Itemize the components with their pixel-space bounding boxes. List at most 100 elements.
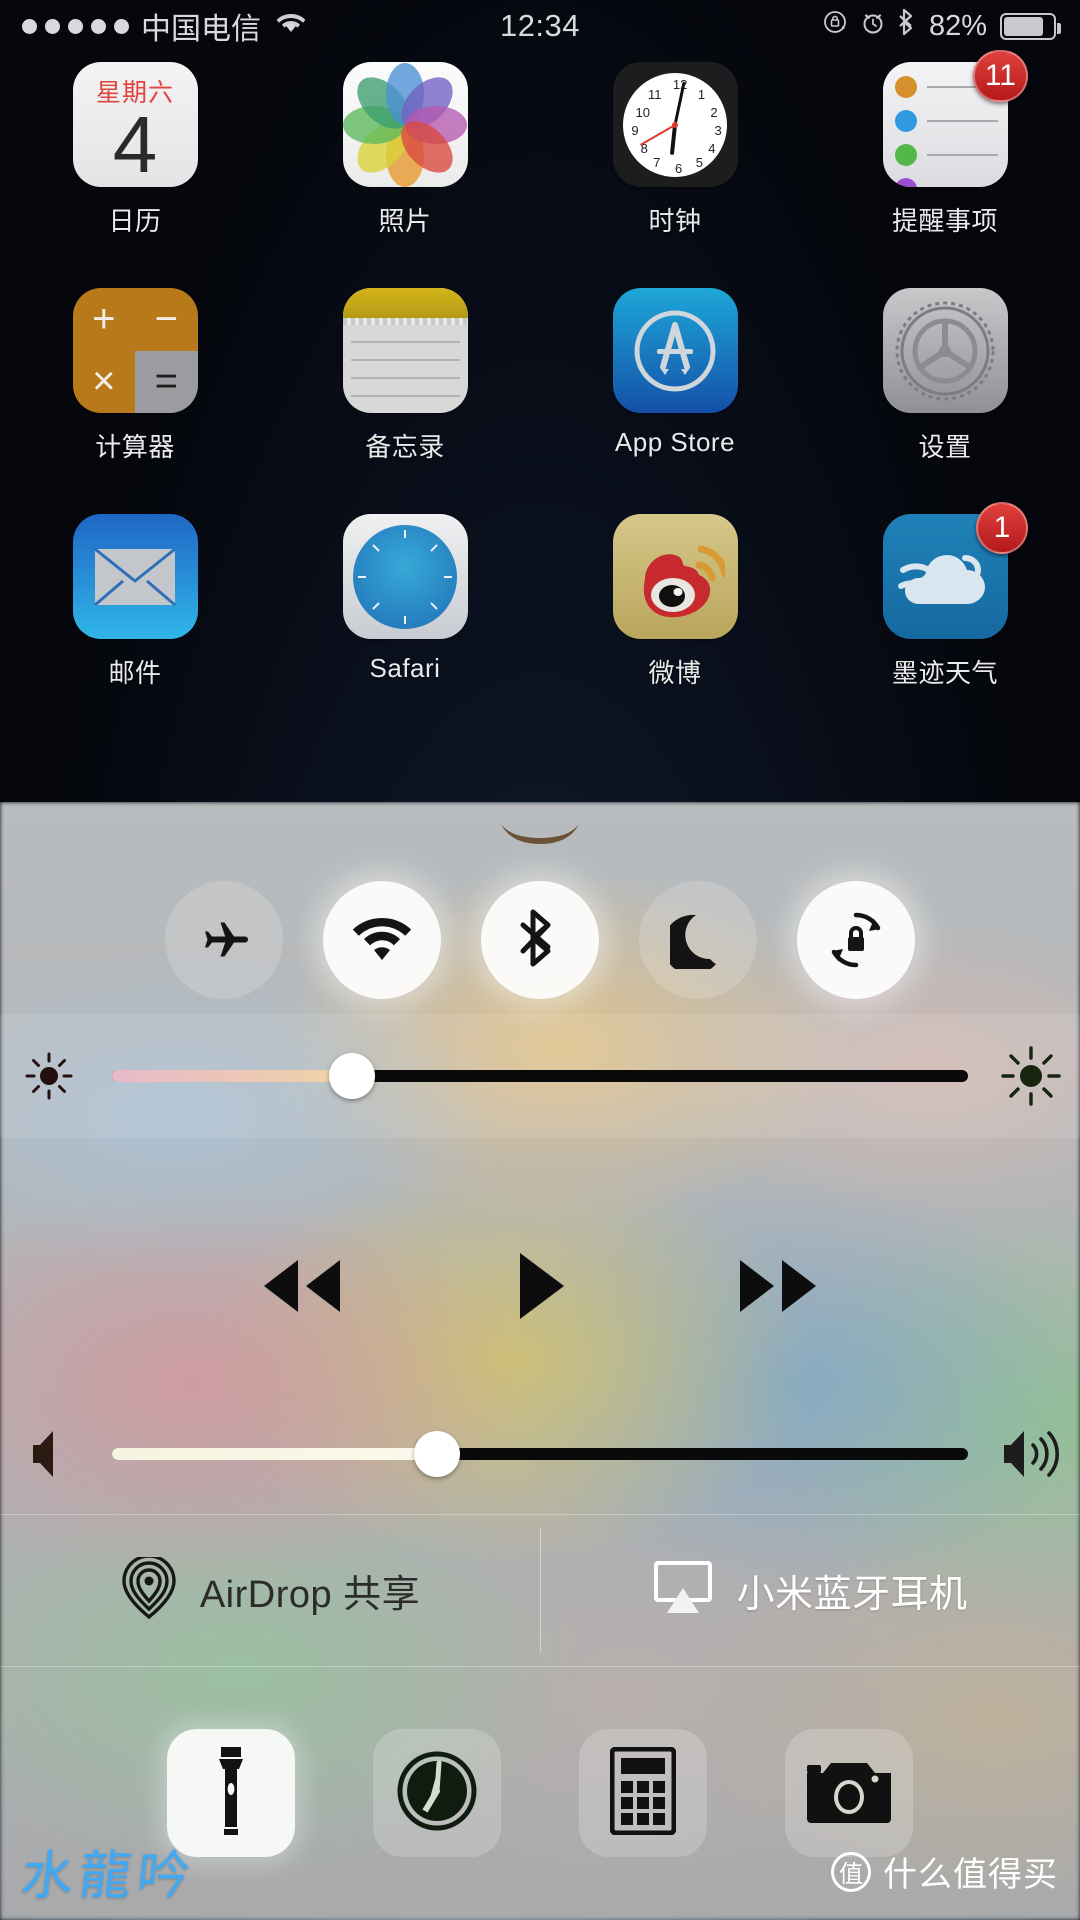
app-icon-safari[interactable]: Safari (270, 514, 540, 690)
clock-icon: 12 1 2 3 4 5 6 7 8 9 10 11 (612, 62, 738, 187)
brightness-low-icon (0, 1050, 98, 1102)
mail-envelope-icon (72, 514, 198, 639)
divider (0, 1514, 1080, 1515)
app-icon-weibo[interactable]: 微博 (540, 514, 810, 690)
camera-icon (803, 1755, 895, 1832)
volume-low-icon (0, 1427, 98, 1481)
camera-button[interactable] (785, 1729, 913, 1857)
divider (0, 1666, 1080, 1667)
app-grid: 星期六 4 日历 照片 12 1 2 3 4 5 6 7 8 9 10 11 时… (0, 50, 1080, 690)
notification-badge: 11 (972, 50, 1028, 102)
timer-button[interactable] (373, 1729, 501, 1857)
photos-icon (342, 62, 468, 187)
brightness-slider[interactable] (0, 1014, 1080, 1138)
watermark-left: 水龍吟 (18, 1846, 199, 1906)
bluetooth-toggle[interactable] (481, 881, 599, 999)
alarm-clock-icon (861, 10, 885, 43)
safari-compass-icon (342, 514, 468, 639)
status-bar-left: 中国电信 (0, 4, 390, 48)
app-label: 微博 (648, 658, 702, 688)
battery-percent: 82% (928, 9, 987, 42)
airplay-button[interactable]: 小米蓝牙耳机 (540, 1514, 1080, 1666)
signal-dot (68, 18, 83, 34)
app-icon-settings[interactable]: 设置 (810, 288, 1080, 464)
calculator-button[interactable] (579, 1729, 707, 1857)
carrier-name: 中国电信 (141, 13, 261, 46)
app-icon-clock[interactable]: 12 1 2 3 4 5 6 7 8 9 10 11 时钟 (540, 62, 810, 238)
rotation-lock-icon (825, 909, 887, 971)
app-label: Safari (369, 653, 441, 683)
watermark-right: 值 什么值得买 (831, 1847, 1058, 1896)
smzdm-logo-icon: 值 (831, 1851, 871, 1892)
airplay-icon (652, 1560, 714, 1621)
media-controls (0, 1138, 1080, 1438)
brightness-knob[interactable] (328, 1053, 375, 1099)
status-bar-right: 82% (690, 8, 1080, 44)
wifi-icon (275, 10, 307, 43)
volume-slider[interactable] (0, 1394, 1080, 1514)
status-bar: 中国电信 12:34 82% (0, 0, 1080, 52)
do-not-disturb-toggle[interactable] (639, 881, 757, 999)
app-row: 邮件 Safari 微博 1 墨迹天气 (0, 502, 1080, 690)
app-icon-reminders[interactable]: 11 提醒事项 (810, 50, 1080, 238)
app-icon-moji-weather[interactable]: 1 墨迹天气 (810, 502, 1080, 690)
bluetooth-icon (520, 909, 560, 971)
app-label: 邮件 (108, 658, 162, 688)
divider-vertical (540, 1528, 541, 1652)
airplane-icon (194, 910, 254, 970)
app-icon-mail[interactable]: 邮件 (0, 514, 270, 690)
calc-key-minus: − (135, 288, 198, 351)
app-label: 照片 (378, 206, 432, 236)
app-label: 设置 (918, 432, 972, 462)
calculator-icon (609, 1746, 677, 1840)
app-label: 提醒事项 (891, 206, 998, 236)
volume-high-icon (982, 1427, 1080, 1481)
play-button[interactable] (480, 1242, 600, 1334)
settings-gear-icon (882, 288, 1008, 413)
airdrop-button[interactable]: AirDrop 共享 (0, 1514, 540, 1666)
clock-time: 12:34 (499, 8, 581, 43)
iphone-screen: 中国电信 12:34 82% 星期六 4 日历 照片 12 1 2 3 4 5 … (0, 0, 1080, 1920)
weibo-eye-icon (612, 514, 738, 639)
rotation-lock-toggle[interactable] (797, 881, 915, 999)
wifi-icon (351, 914, 413, 966)
signal-dot (91, 18, 106, 34)
notification-badge: 1 (976, 502, 1028, 554)
signal-strength-dots (22, 18, 129, 34)
status-bar-center: 12:34 (390, 8, 690, 44)
app-icon-calculator[interactable]: + − × = 计算器 (0, 288, 270, 464)
volume-knob[interactable] (414, 1431, 461, 1477)
brightness-track-wrap[interactable] (112, 1053, 968, 1099)
wifi-toggle[interactable] (323, 881, 441, 999)
app-label: 备忘录 (365, 432, 445, 462)
app-icon-photos[interactable]: 照片 (270, 62, 540, 238)
airdrop-airplay-row: AirDrop 共享 小米蓝牙耳机 (0, 1514, 1080, 1666)
airplane-mode-toggle[interactable] (165, 881, 283, 999)
app-label: 时钟 (648, 206, 702, 236)
signal-dot (22, 18, 37, 34)
app-icon-app-store[interactable]: App Store (540, 288, 810, 464)
brightness-fill (112, 1070, 352, 1082)
battery-icon (1000, 12, 1061, 40)
grabber-handle[interactable] (501, 824, 579, 846)
calc-key-plus: + (72, 288, 135, 351)
app-label: 日历 (108, 206, 162, 236)
airdrop-label: AirDrop 共享 (199, 1573, 421, 1616)
signal-dot (45, 18, 60, 34)
app-label: 墨迹天气 (891, 658, 998, 688)
timer-icon (395, 1749, 479, 1838)
app-label: App Store (614, 427, 736, 457)
play-icon (512, 1250, 568, 1327)
volume-fill (112, 1448, 438, 1460)
previous-track-button[interactable] (240, 1242, 360, 1334)
app-store-icon (612, 288, 738, 413)
next-track-button[interactable] (720, 1242, 840, 1334)
notes-icon (342, 288, 468, 413)
volume-track-wrap[interactable] (112, 1431, 968, 1477)
app-icon-notes[interactable]: 备忘录 (270, 288, 540, 464)
brightness-high-icon (982, 1045, 1080, 1107)
calendar-icon: 星期六 4 (72, 62, 198, 187)
rewind-icon (252, 1255, 348, 1322)
calendar-day-number: 4 (112, 100, 158, 187)
app-icon-calendar[interactable]: 星期六 4 日历 (0, 62, 270, 238)
